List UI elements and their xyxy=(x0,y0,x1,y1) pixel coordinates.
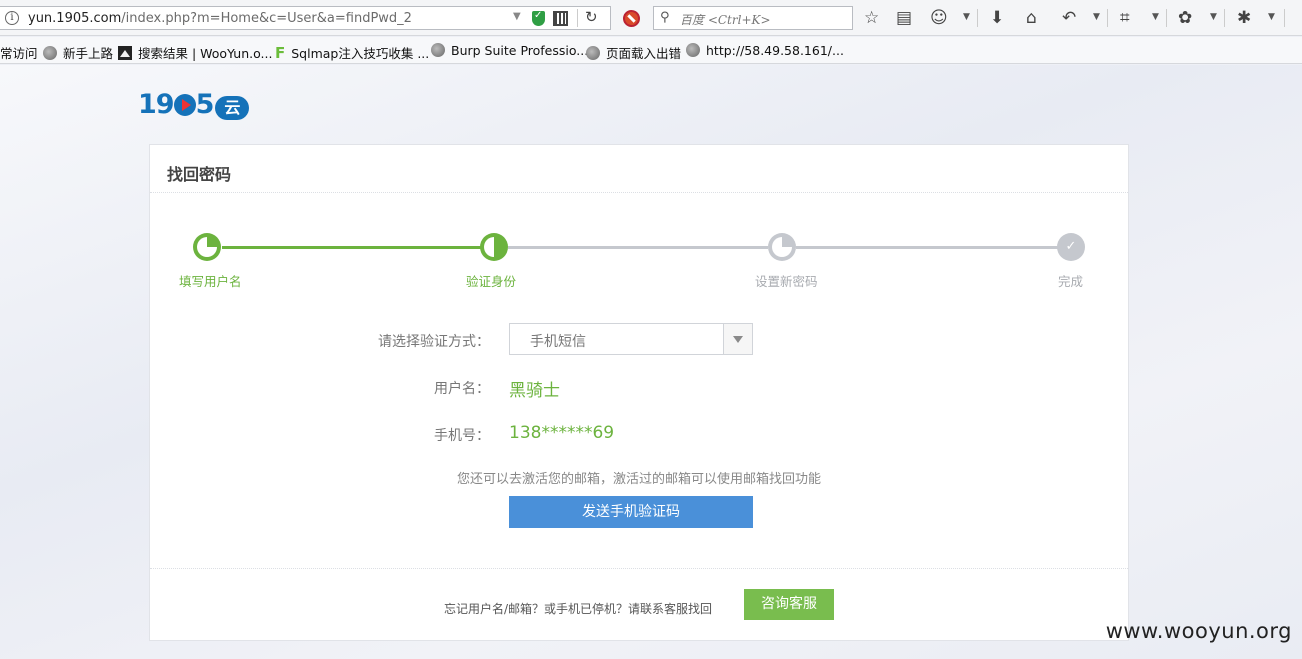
step-label: 完成 xyxy=(1058,274,1084,289)
step-connector xyxy=(508,246,768,249)
search-placeholder: 百度 <Ctrl+K> xyxy=(680,13,771,27)
phone-value: 138******69 xyxy=(509,423,615,443)
chevron-down-icon[interactable]: ▼ xyxy=(1210,12,1217,22)
find-password-panel: 找回密码 ✓ 填写用户名 验证身份 设置新密码 完成 请选择验证方式： 手机短信… xyxy=(149,144,1129,641)
reload-icon[interactable]: ↻ xyxy=(585,8,598,26)
play-icon xyxy=(173,94,196,116)
globe-icon xyxy=(686,43,700,57)
watermark: www.wooyun.org xyxy=(1105,619,1292,643)
consult-support-button[interactable]: 咨询客服 xyxy=(744,589,834,620)
bookmark-item[interactable]: 常访问 xyxy=(0,43,38,62)
username-value: 黑骑士 xyxy=(509,381,560,401)
step-4-check-icon: ✓ xyxy=(1057,233,1085,261)
divider xyxy=(577,9,578,27)
bookmark-item[interactable]: 新手上路 xyxy=(43,43,113,62)
step-1-icon xyxy=(193,233,221,261)
palette-icon[interactable]: ☺ xyxy=(930,8,948,28)
logo-text: 19 xyxy=(138,89,175,120)
divider xyxy=(1166,9,1167,27)
search-input[interactable]: ⚲ 百度 <Ctrl+K> xyxy=(653,6,853,30)
qr-code-icon[interactable] xyxy=(553,11,568,26)
bookmark-star-icon[interactable]: ☆ xyxy=(864,8,879,28)
chevron-down-icon[interactable]: ▼ xyxy=(963,12,970,22)
wooyun-icon xyxy=(118,46,132,60)
step-3-icon xyxy=(768,233,796,261)
verify-method-select[interactable]: 手机短信 xyxy=(509,323,753,355)
bookmark-item[interactable]: F Sqlmap注入技巧收集 ... xyxy=(275,43,429,62)
bug-icon[interactable]: ✱ xyxy=(1237,8,1251,28)
step-connector xyxy=(222,246,482,249)
select-value: 手机短信 xyxy=(530,334,586,350)
bookmarks-bar: 常访问 新手上路 搜索结果 | WooYun.o... F Sqlmap注入技巧收… xyxy=(0,37,1302,64)
home-icon[interactable]: ⌂ xyxy=(1026,8,1037,28)
divider xyxy=(977,9,978,27)
globe-icon xyxy=(431,43,445,57)
divider xyxy=(150,568,1128,569)
download-icon[interactable]: ⬇ xyxy=(990,8,1004,28)
method-label: 请选择验证方式： xyxy=(378,334,490,350)
logo-text: 5 xyxy=(195,89,215,120)
chevron-down-icon[interactable]: ▼ xyxy=(1268,12,1275,22)
bookmark-item[interactable]: http://58.49.58.161/... xyxy=(686,43,844,58)
undo-icon[interactable]: ↶ xyxy=(1062,8,1076,28)
fox-icon[interactable]: ✿ xyxy=(1178,8,1192,28)
reading-list-icon[interactable]: ▤ xyxy=(896,8,912,28)
email-hint: 您还可以去激活您的邮箱，激活过的邮箱可以使用邮箱找回功能 xyxy=(456,472,821,487)
site-logo[interactable]: 19 5 云 xyxy=(138,89,250,123)
send-sms-code-button[interactable]: 发送手机验证码 xyxy=(509,496,753,528)
divider xyxy=(150,192,1128,193)
block-icon[interactable] xyxy=(623,10,640,27)
step-label: 设置新密码 xyxy=(755,274,818,289)
username-label: 用户名： xyxy=(434,381,490,397)
cloud-icon: 云 xyxy=(215,96,250,120)
history-dropdown-icon[interactable]: ▼ xyxy=(513,11,521,22)
info-icon[interactable]: i xyxy=(5,11,19,25)
footer-help-text: 忘记用户名/邮箱？或手机已停机？请联系客服找回 xyxy=(444,602,713,616)
globe-icon xyxy=(586,46,600,60)
search-icon: ⚲ xyxy=(660,10,670,25)
bookmark-item[interactable]: 页面载入出错 xyxy=(586,43,681,62)
globe-icon xyxy=(43,46,57,60)
divider xyxy=(1224,9,1225,27)
phone-label: 手机号： xyxy=(434,428,490,444)
bookmark-item[interactable]: Burp Suite Professio... xyxy=(431,43,588,58)
bookmark-item[interactable]: 搜索结果 | WooYun.o... xyxy=(118,43,272,62)
address-bar[interactable]: i yun.1905.com/index.php?m=Home&c=User&a… xyxy=(0,6,611,30)
step-label: 填写用户名 xyxy=(179,274,242,289)
step-label: 验证身份 xyxy=(466,274,517,289)
divider xyxy=(1284,9,1285,27)
shield-icon[interactable] xyxy=(532,10,545,26)
divider xyxy=(1107,9,1108,27)
chevron-down-icon[interactable] xyxy=(723,324,752,354)
browser-toolbar: i yun.1905.com/index.php?m=Home&c=User&a… xyxy=(0,0,1302,36)
step-connector xyxy=(796,246,1058,249)
crop-icon[interactable]: ⌗ xyxy=(1120,8,1130,28)
page-title: 找回密码 xyxy=(167,165,232,184)
page-body: 19 5 云 找回密码 ✓ 填写用户名 验证身份 设置新密码 完成 请选择验证方式：… xyxy=(0,65,1302,659)
step-2-icon xyxy=(480,233,508,261)
chevron-down-icon[interactable]: ▼ xyxy=(1152,12,1159,22)
chevron-down-icon[interactable]: ▼ xyxy=(1093,12,1100,22)
freebuf-icon: F xyxy=(275,44,286,62)
address-url[interactable]: yun.1905.com/index.php?m=Home&c=User&a=f… xyxy=(28,11,412,26)
